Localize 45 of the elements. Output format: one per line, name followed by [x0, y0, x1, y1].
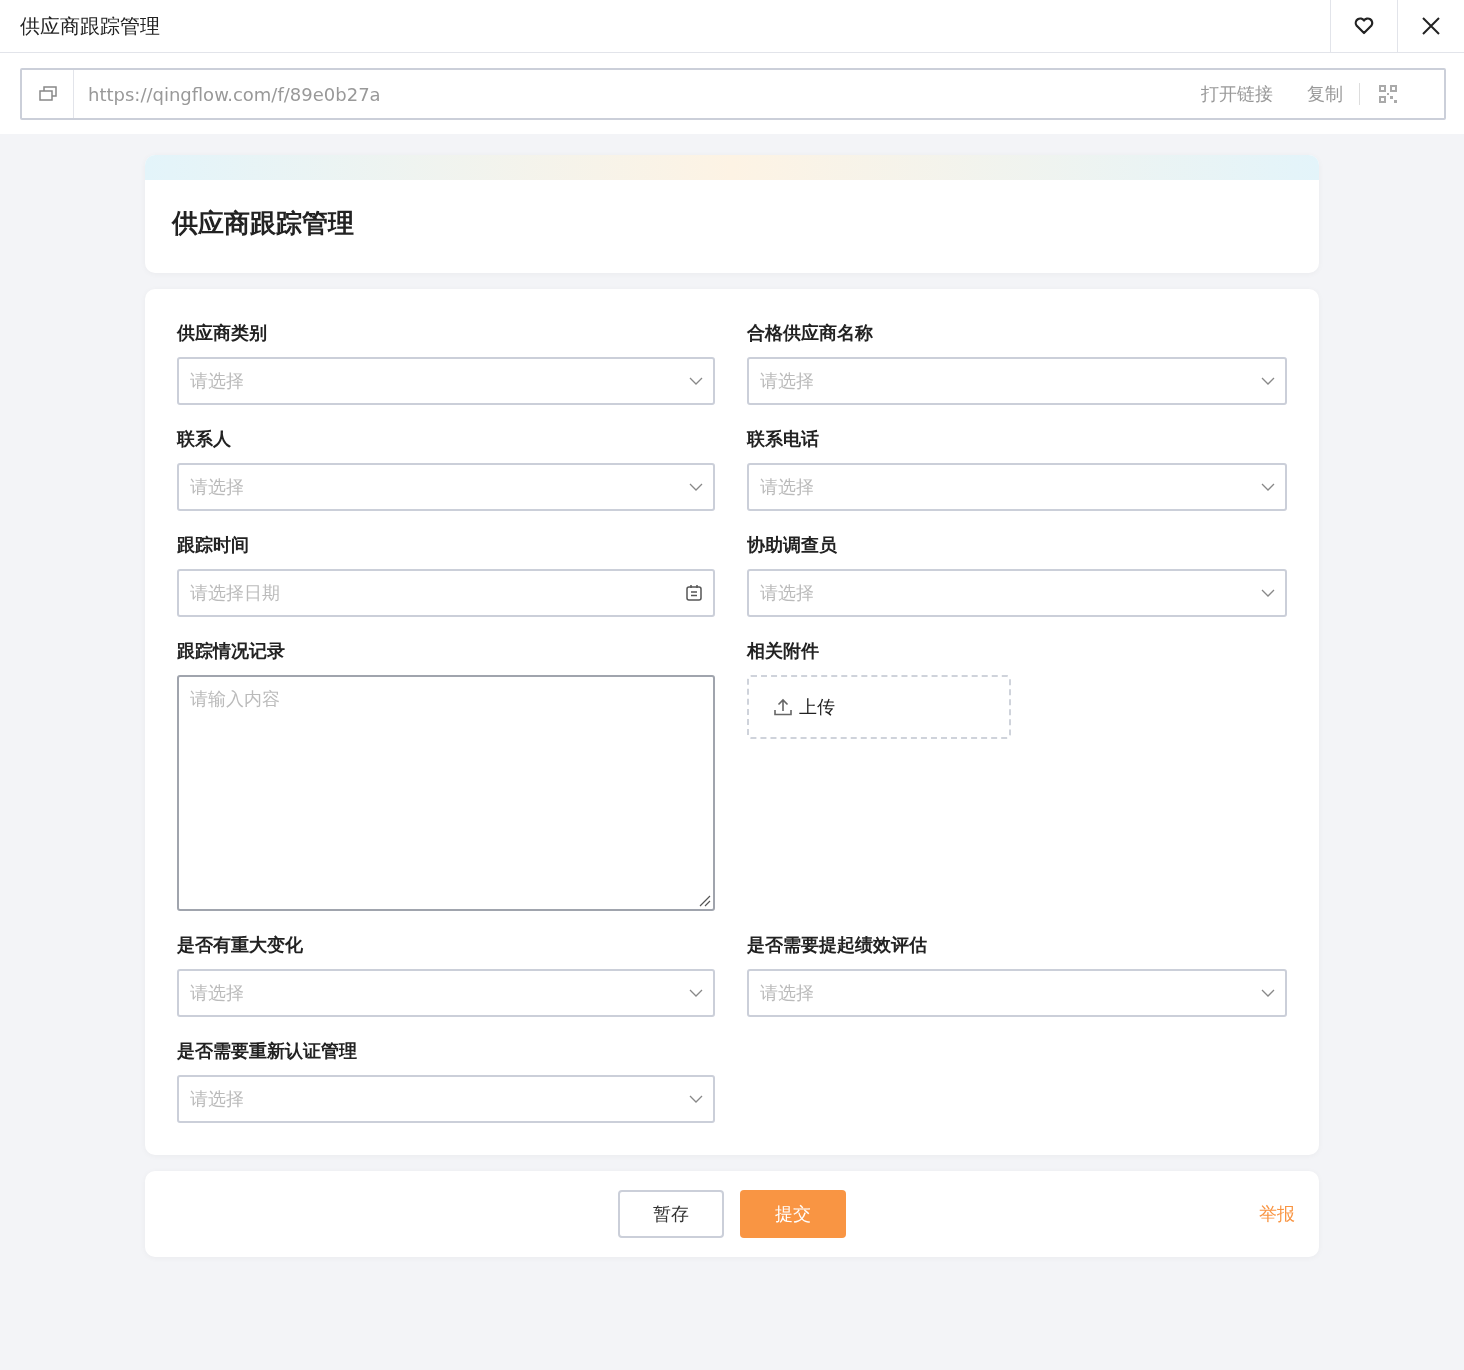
select-field[interactable]: 请选择 — [177, 1075, 715, 1123]
upload-button[interactable]: 上传 — [747, 675, 1011, 739]
save-draft-button[interactable]: 暂存 — [618, 1190, 724, 1238]
field-label: 供应商类别 — [177, 321, 268, 345]
chevron-down-icon — [689, 482, 703, 492]
field-label: 联系人 — [177, 427, 232, 451]
link-field[interactable]: https://qingflow.com/f/89e0b27a 打开链接 复制 — [20, 68, 1446, 120]
field-label: 跟踪情况记录 — [177, 639, 286, 663]
report-link[interactable]: 举报 — [1259, 1202, 1295, 1226]
calendar-icon — [685, 584, 703, 602]
field-label: 是否需要提起绩效评估 — [747, 933, 928, 957]
text-area[interactable]: 请输入内容 — [177, 675, 715, 911]
chevron-down-icon — [1261, 482, 1275, 492]
field-label: 联系电话 — [747, 427, 820, 451]
open-link-button[interactable]: 打开链接 — [1201, 82, 1273, 106]
chevron-down-icon — [1261, 988, 1275, 998]
heart-icon — [1353, 15, 1375, 37]
field-label: 跟踪时间 — [177, 533, 250, 557]
url-text: https://qingflow.com/f/89e0b27a — [87, 83, 382, 105]
field-label: 是否有重大变化 — [177, 933, 304, 957]
window-title: 供应商跟踪管理 — [19, 12, 161, 40]
upload-icon — [773, 697, 793, 717]
copy-button[interactable]: 复制 — [1307, 82, 1343, 106]
chevron-down-icon — [689, 376, 703, 386]
date-field[interactable]: 请选择日期 — [177, 569, 715, 617]
select-field[interactable]: 请选择 — [177, 969, 715, 1017]
window-icon — [38, 86, 57, 102]
chevron-down-icon — [689, 1094, 703, 1104]
field-label: 协助调查员 — [747, 533, 838, 557]
chevron-down-icon — [1261, 588, 1275, 598]
form-title: 供应商跟踪管理 — [172, 207, 355, 240]
field-label: 相关附件 — [747, 639, 820, 663]
chevron-down-icon — [1261, 376, 1275, 386]
field-label: 合格供应商名称 — [747, 321, 874, 345]
select-field[interactable]: 请选择 — [747, 357, 1287, 405]
submit-button[interactable]: 提交 — [740, 1190, 846, 1238]
select-field[interactable]: 请选择 — [747, 969, 1287, 1017]
close-icon — [1420, 15, 1442, 37]
select-field[interactable]: 请选择 — [177, 463, 715, 511]
select-field[interactable]: 请选择 — [747, 569, 1287, 617]
select-field[interactable]: 请选择 — [177, 357, 715, 405]
resize-handle-icon[interactable] — [697, 893, 711, 907]
field-label: 是否需要重新认证管理 — [177, 1039, 358, 1063]
chevron-down-icon — [689, 988, 703, 998]
select-field[interactable]: 请选择 — [747, 463, 1287, 511]
